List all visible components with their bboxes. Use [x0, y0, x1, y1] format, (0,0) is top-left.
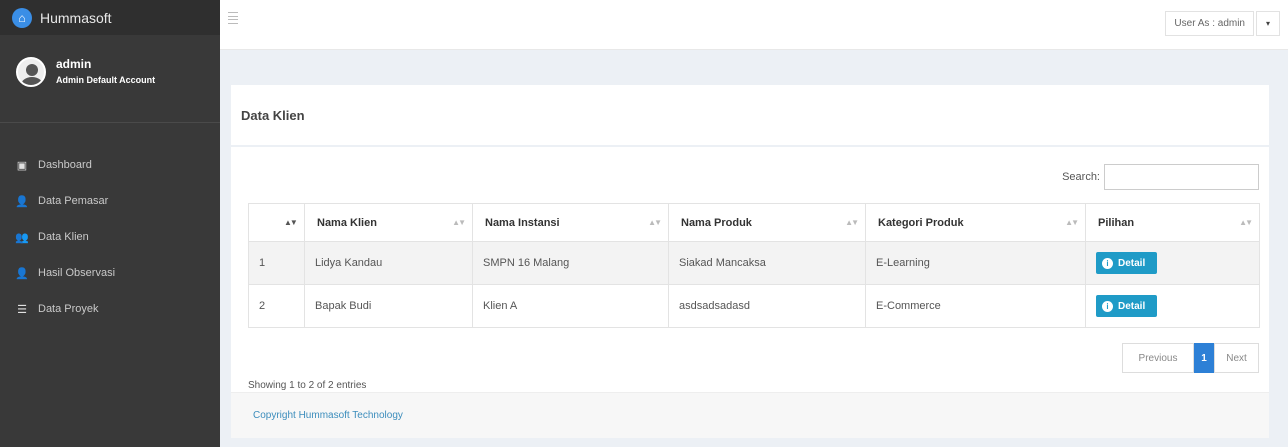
sidebar-item-dashboard[interactable]: ▣ Dashboard	[0, 147, 220, 183]
info-icon: i	[1102, 300, 1113, 312]
user-icon: 👤	[15, 267, 29, 280]
detail-button[interactable]: i Detail	[1096, 295, 1158, 317]
search: Search:	[1062, 164, 1259, 190]
user-icon: 👤	[15, 195, 29, 208]
cell-action: i Detail	[1085, 241, 1260, 285]
sidebar-item-data-pemasar[interactable]: 👤 Data Pemasar	[0, 183, 220, 219]
sidebar-item-data-klien[interactable]: 👥 Data Klien	[0, 219, 220, 255]
sidebar-item-label: Data Pemasar	[38, 195, 109, 207]
col-kategori-produk[interactable]: Kategori Produk ▲▼	[865, 203, 1086, 242]
sidebar-item-label: Data Klien	[38, 231, 89, 243]
users-icon: 👥	[15, 231, 29, 244]
previous-button[interactable]: Previous	[1122, 343, 1194, 373]
sidebar-item-hasil-observasi[interactable]: 👤 Hasil Observasi	[0, 255, 220, 291]
page-header: Data Klien	[231, 85, 1269, 145]
cell-nama-instansi: SMPN 16 Malang	[472, 241, 669, 285]
sort-icon: ▲▼	[845, 218, 859, 227]
next-button[interactable]: Next	[1214, 343, 1259, 373]
sidebar-item-label: Data Proyek	[38, 303, 99, 315]
col-nama-produk[interactable]: Nama Produk ▲▼	[668, 203, 866, 242]
table-row: 1 Lidya Kandau SMPN 16 Malang Siakad Man…	[248, 241, 1260, 285]
list-icon: ☰	[17, 303, 27, 316]
table-row: 2 Bapak Budi Klien A asdsadsadasd E-Comm…	[248, 284, 1260, 328]
footer: Copyright Hummasoft Technology	[231, 392, 1269, 438]
user-as-button[interactable]: User As : admin	[1165, 11, 1254, 36]
page-1-button[interactable]: 1	[1194, 343, 1214, 373]
brand[interactable]: ⌂ Hummasoft	[0, 0, 220, 35]
sort-icon: ▲▼	[1239, 218, 1253, 227]
search-label: Search:	[1062, 171, 1100, 183]
sort-asc-icon: ▲▼	[284, 218, 298, 227]
sort-icon: ▲▼	[648, 218, 662, 227]
sidebar-menu: ▣ Dashboard 👤 Data Pemasar 👥 Data Klien …	[0, 123, 220, 327]
sort-icon: ▲▼	[1065, 218, 1079, 227]
client-table: ▲▼ Nama Klien ▲▼ Nama Instansi ▲▼ Nama P…	[248, 203, 1260, 328]
cell-kategori: E-Learning	[865, 241, 1086, 285]
col-pilihan[interactable]: Pilihan ▲▼	[1085, 203, 1260, 242]
sidebar-item-data-proyek[interactable]: ☰ Data Proyek	[0, 291, 220, 327]
footer-copyright-link[interactable]: Copyright Hummasoft Technology	[253, 410, 403, 421]
col-no[interactable]: ▲▼	[248, 203, 305, 242]
cell-nama-produk: Siakad Mancaksa	[668, 241, 866, 285]
brand-name: Hummasoft	[40, 9, 112, 26]
user-role: Admin Default Account	[56, 75, 156, 85]
cell-no: 2	[248, 284, 305, 328]
sidebar-item-label: Dashboard	[38, 159, 92, 171]
cell-nama-instansi: Klien A	[472, 284, 669, 328]
chevron-down-icon[interactable]: ▾	[1256, 11, 1280, 36]
home-logo-icon: ⌂	[12, 7, 32, 28]
dashboard-icon: ▣	[16, 159, 28, 172]
cell-nama-klien: Lidya Kandau	[304, 241, 473, 285]
sidebar-item-label: Hasil Observasi	[38, 267, 116, 279]
cell-nama-produk: asdsadsadasd	[668, 284, 866, 328]
hamburger-menu-icon[interactable]	[228, 12, 238, 24]
col-nama-instansi[interactable]: Nama Instansi ▲▼	[472, 203, 669, 242]
detail-button[interactable]: i Detail	[1096, 252, 1158, 274]
col-nama-klien[interactable]: Nama Klien ▲▼	[304, 203, 473, 242]
table-info: Showing 1 to 2 of 2 entries	[248, 380, 367, 391]
cell-no: 1	[248, 241, 305, 285]
avatar	[16, 57, 46, 87]
user-panel: admin Admin Default Account	[0, 35, 220, 123]
cell-action: i Detail	[1085, 284, 1260, 328]
user-name: admin	[56, 57, 92, 71]
pagination: Previous 1 Next	[1122, 343, 1259, 373]
cell-kategori: E-Commerce	[865, 284, 1086, 328]
cell-nama-klien: Bapak Budi	[304, 284, 473, 328]
search-input[interactable]	[1104, 164, 1259, 190]
info-icon: i	[1102, 257, 1113, 269]
page-title: Data Klien	[241, 107, 305, 123]
table-header-row: ▲▼ Nama Klien ▲▼ Nama Instansi ▲▼ Nama P…	[248, 203, 1260, 242]
sort-icon: ▲▼	[452, 218, 466, 227]
sidebar: ⌂ Hummasoft admin Admin Default Account …	[0, 0, 220, 447]
topbar: User As : admin ▾	[220, 0, 1288, 50]
